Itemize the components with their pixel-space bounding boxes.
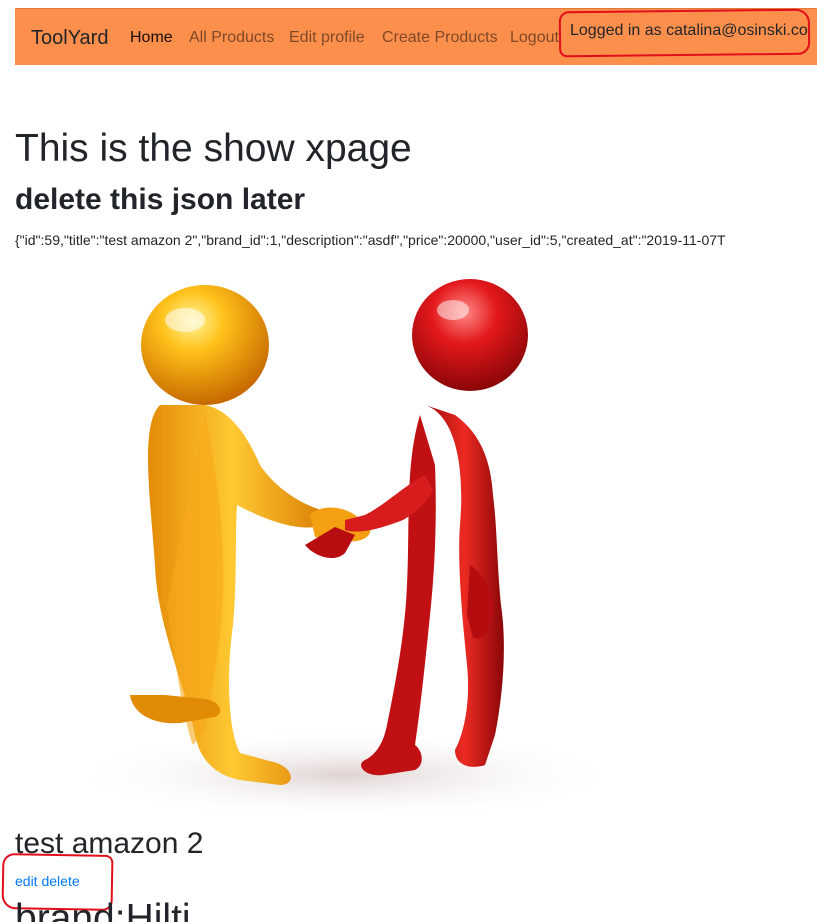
product-image — [15, 265, 615, 823]
page-subtitle: delete this json later — [15, 183, 306, 216]
nav-link-create-products[interactable]: Create Products — [382, 29, 498, 47]
product-brand: brand:Hilti — [15, 897, 191, 922]
nav-link-edit-profile[interactable]: Edit profile — [289, 29, 365, 47]
nav-link-all-products[interactable]: All Products — [189, 29, 274, 47]
nav-link-logout[interactable]: Logout — [510, 29, 559, 47]
annotation-circle-login — [558, 8, 811, 58]
json-dump-text: {"id":59,"title":"test amazon 2","brand_… — [15, 232, 726, 248]
nav-link-home[interactable]: Home — [130, 29, 173, 47]
page-title: This is the show xpage — [15, 127, 412, 170]
brand-link[interactable]: ToolYard — [31, 27, 108, 50]
